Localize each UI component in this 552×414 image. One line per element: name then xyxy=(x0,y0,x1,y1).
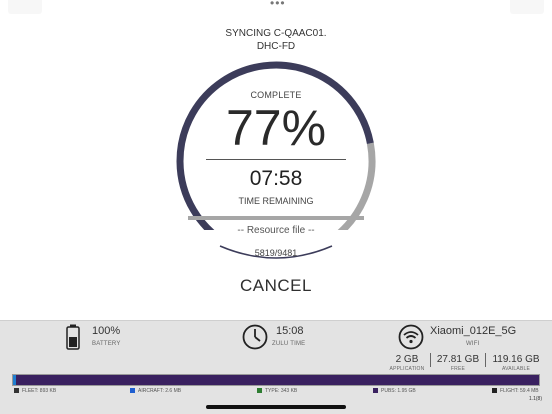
free-size-label: FREE xyxy=(450,366,466,372)
app-version: 1.1(8) xyxy=(528,396,542,402)
legend-pubs: PUBS: 1.95 GB xyxy=(373,388,416,394)
resource-counter: 5819/9481 xyxy=(254,248,298,258)
sync-aircraft: SYNCING C-QAAC01. xyxy=(225,28,327,39)
storage-usage-segment xyxy=(13,375,16,385)
legend-label: AIRCRAFT: 2.6 MB xyxy=(138,388,182,394)
time-remaining-label: TIME REMAINING xyxy=(238,196,314,206)
legend-label: FLEET: 893 KB xyxy=(22,388,57,394)
cancel-button[interactable]: CANCEL xyxy=(176,276,376,296)
battery-label: BATTERY xyxy=(92,341,121,347)
legend-swatch xyxy=(14,388,19,394)
sync-title: SYNCING C-QAAC01. DHC-FD xyxy=(0,27,552,53)
sync-type: DHC-FD xyxy=(256,41,296,52)
available-size-value: 119.16 GB xyxy=(492,354,540,365)
free-size-value: 27.81 GB xyxy=(436,354,480,365)
legend-swatch xyxy=(492,388,497,394)
wifi-network-value: Xiaomi_012E_5G xyxy=(430,325,517,337)
legend-aircraft: AIRCRAFT: 2.6 MB xyxy=(130,388,181,394)
zulu-time-label: ZULU TIME xyxy=(272,341,306,347)
available-size-label: AVAILABLE xyxy=(501,366,531,372)
battery-icon xyxy=(66,324,80,350)
storage-separator xyxy=(430,353,431,367)
legend-label: PUBS: 1.95 GB xyxy=(381,388,416,394)
top-left-button[interactable] xyxy=(8,0,42,14)
legend-swatch xyxy=(373,388,378,394)
wifi-icon xyxy=(398,324,424,350)
wifi-label: WIFI xyxy=(466,341,480,347)
application-size-label: APPLICATION xyxy=(389,366,425,372)
clock-icon xyxy=(242,324,268,350)
legend-swatch xyxy=(257,388,262,394)
legend-label: FLIGHT: 59.4 MB xyxy=(500,388,539,394)
status-bar: 100% BATTERY 15:08 ZULU TIME Xiaomi_012E… xyxy=(0,320,552,354)
progress-percent: 77% xyxy=(225,100,327,156)
storage-usage-bar xyxy=(12,374,540,386)
progress-divider xyxy=(206,159,346,160)
top-right-button[interactable] xyxy=(510,0,544,14)
time-remaining-value: 07:58 xyxy=(249,167,303,190)
application-size-value: 2 GB xyxy=(395,354,419,365)
zulu-time-value: 15:08 xyxy=(276,325,304,337)
legend-flight: FLIGHT: 59.4 MB xyxy=(492,388,539,394)
battery-value: 100% xyxy=(92,325,121,337)
more-icon[interactable]: ••• xyxy=(270,0,286,10)
legend-fleet: FLEET: 893 KB xyxy=(14,388,56,394)
legend-type: TYPE: 343 KB xyxy=(257,388,297,394)
complete-label: COMPLETE xyxy=(250,90,302,100)
home-indicator[interactable] xyxy=(206,405,346,409)
legend-swatch xyxy=(130,388,135,394)
legend-label: TYPE: 343 KB xyxy=(265,388,298,394)
resource-label: -- Resource file -- xyxy=(237,225,315,236)
storage-separator xyxy=(485,353,486,367)
